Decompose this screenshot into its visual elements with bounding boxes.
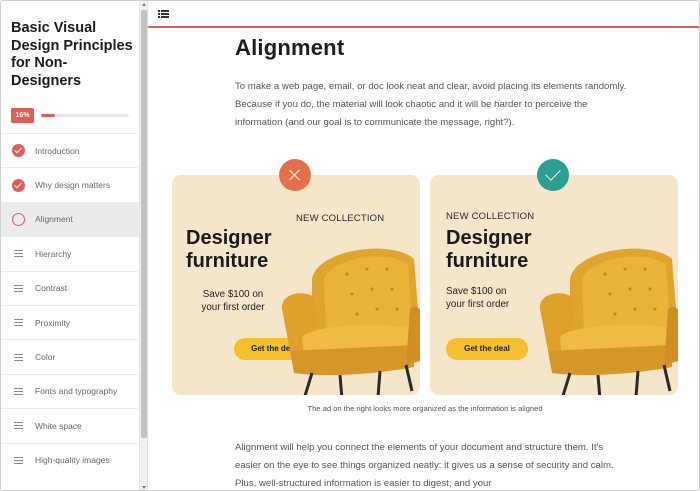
check-icon — [537, 159, 569, 191]
cross-icon — [279, 159, 311, 191]
course-sidebar: Basic Visual Design Principles for Non-D… — [1, 1, 140, 490]
check-circle-icon — [12, 144, 25, 158]
intro-paragraph: To make a web page, email, or doc look n… — [235, 81, 627, 128]
sidebar-item-label: Color — [35, 352, 56, 363]
lines-icon — [14, 250, 23, 258]
sidebar-item-color[interactable]: Color — [1, 339, 139, 373]
sidebar-item-label: Hierarchy — [35, 248, 72, 259]
lines-icon — [14, 353, 23, 361]
progress-bar — [41, 114, 129, 117]
sidebar-item-contrast[interactable]: Contrast — [1, 270, 139, 305]
ad-headline: Designer furniture — [186, 227, 272, 272]
top-bar — [148, 1, 699, 28]
course-title: Basic Visual Design Principles for Non-D… — [11, 20, 133, 89]
lesson-content: Alignment To make a web page, email, or … — [148, 30, 699, 490]
ad-headline: Designer furniture — [446, 227, 532, 272]
ad-headline-line1: Designer — [446, 227, 532, 249]
progress-badge: 16% — [11, 108, 34, 123]
scrollbar-thumb[interactable] — [141, 10, 147, 438]
get-the-deal-button[interactable]: Get the deal — [446, 338, 528, 360]
ad-offer: Save $100 on your first order — [191, 289, 275, 314]
sidebar-item-label: Why design matters — [35, 180, 111, 191]
ad-offer-line2: your first order — [446, 298, 510, 310]
ad-tag: NEW COLLECTION — [446, 211, 535, 222]
sidebar-item-label: Contrast — [35, 283, 68, 294]
sidebar-item-introduction[interactable]: Introduction — [1, 133, 139, 167]
sidebar-item-alignment[interactable]: Alignment — [1, 201, 139, 237]
sidebar-item-white-space[interactable]: White space — [1, 408, 139, 442]
lesson-list: Introduction Why design matters Alignment H… — [1, 133, 139, 477]
sidebar-item-hierarchy[interactable]: Hierarchy — [1, 236, 139, 270]
sidebar-item-label: Introduction — [35, 145, 80, 156]
ad-tag: NEW COLLECTION — [296, 213, 385, 224]
check-circle-icon — [12, 178, 25, 192]
sidebar-item-label: Alignment — [35, 214, 73, 225]
sidebar-item-label: White space — [35, 420, 82, 431]
good-ad-example: NEW COLLECTION Designer furniture Save $… — [430, 175, 678, 395]
sidebar-item-high-quality-images[interactable]: High-quality images — [1, 442, 139, 477]
scroll-down-arrow-icon[interactable] — [142, 486, 146, 489]
sidebar-item-label: Fonts and typography — [35, 386, 118, 397]
bad-ad-example: NEW COLLECTION Designer furniture Save $… — [172, 175, 420, 395]
app-window: Basic Visual Design Principles for Non-D… — [0, 0, 700, 491]
ad-offer-line2: your first order — [201, 301, 265, 313]
ad-headline-line1: Designer — [186, 227, 272, 249]
progress-bar-fill — [41, 114, 56, 117]
ring-icon — [12, 212, 25, 226]
page-title: Alignment — [235, 35, 345, 60]
armchair-image — [281, 248, 420, 395]
sidebar-item-label: Proximity — [35, 317, 70, 328]
ad-headline-line2: furniture — [186, 249, 269, 272]
ad-offer-line1: Save $100 on — [202, 289, 264, 300]
ad-offer-line1: Save $100 on — [446, 286, 507, 297]
body-paragraph: Alignment will help you connect the elem… — [235, 442, 614, 489]
lines-icon — [14, 456, 23, 464]
sidebar-item-proximity[interactable]: Proximity — [1, 304, 139, 339]
sidebar-scrollbar[interactable] — [140, 1, 148, 490]
ad-offer: Save $100 on your first order — [446, 286, 509, 311]
list-menu-icon[interactable] — [158, 10, 169, 18]
sidebar-item-label: High-quality images — [35, 455, 110, 466]
armchair-image — [539, 248, 678, 395]
scroll-up-arrow-icon[interactable] — [142, 3, 146, 6]
sidebar-item-fonts-and-typography[interactable]: Fonts and typography — [1, 373, 139, 408]
lines-icon — [14, 284, 23, 292]
lines-icon — [14, 422, 23, 430]
sidebar-item-why-design-matters[interactable]: Why design matters — [1, 167, 139, 201]
lines-icon — [14, 387, 23, 395]
ad-headline-line2: furniture — [446, 249, 529, 272]
lines-icon — [14, 319, 23, 327]
image-caption: The ad on the right looks more organized… — [307, 404, 543, 413]
